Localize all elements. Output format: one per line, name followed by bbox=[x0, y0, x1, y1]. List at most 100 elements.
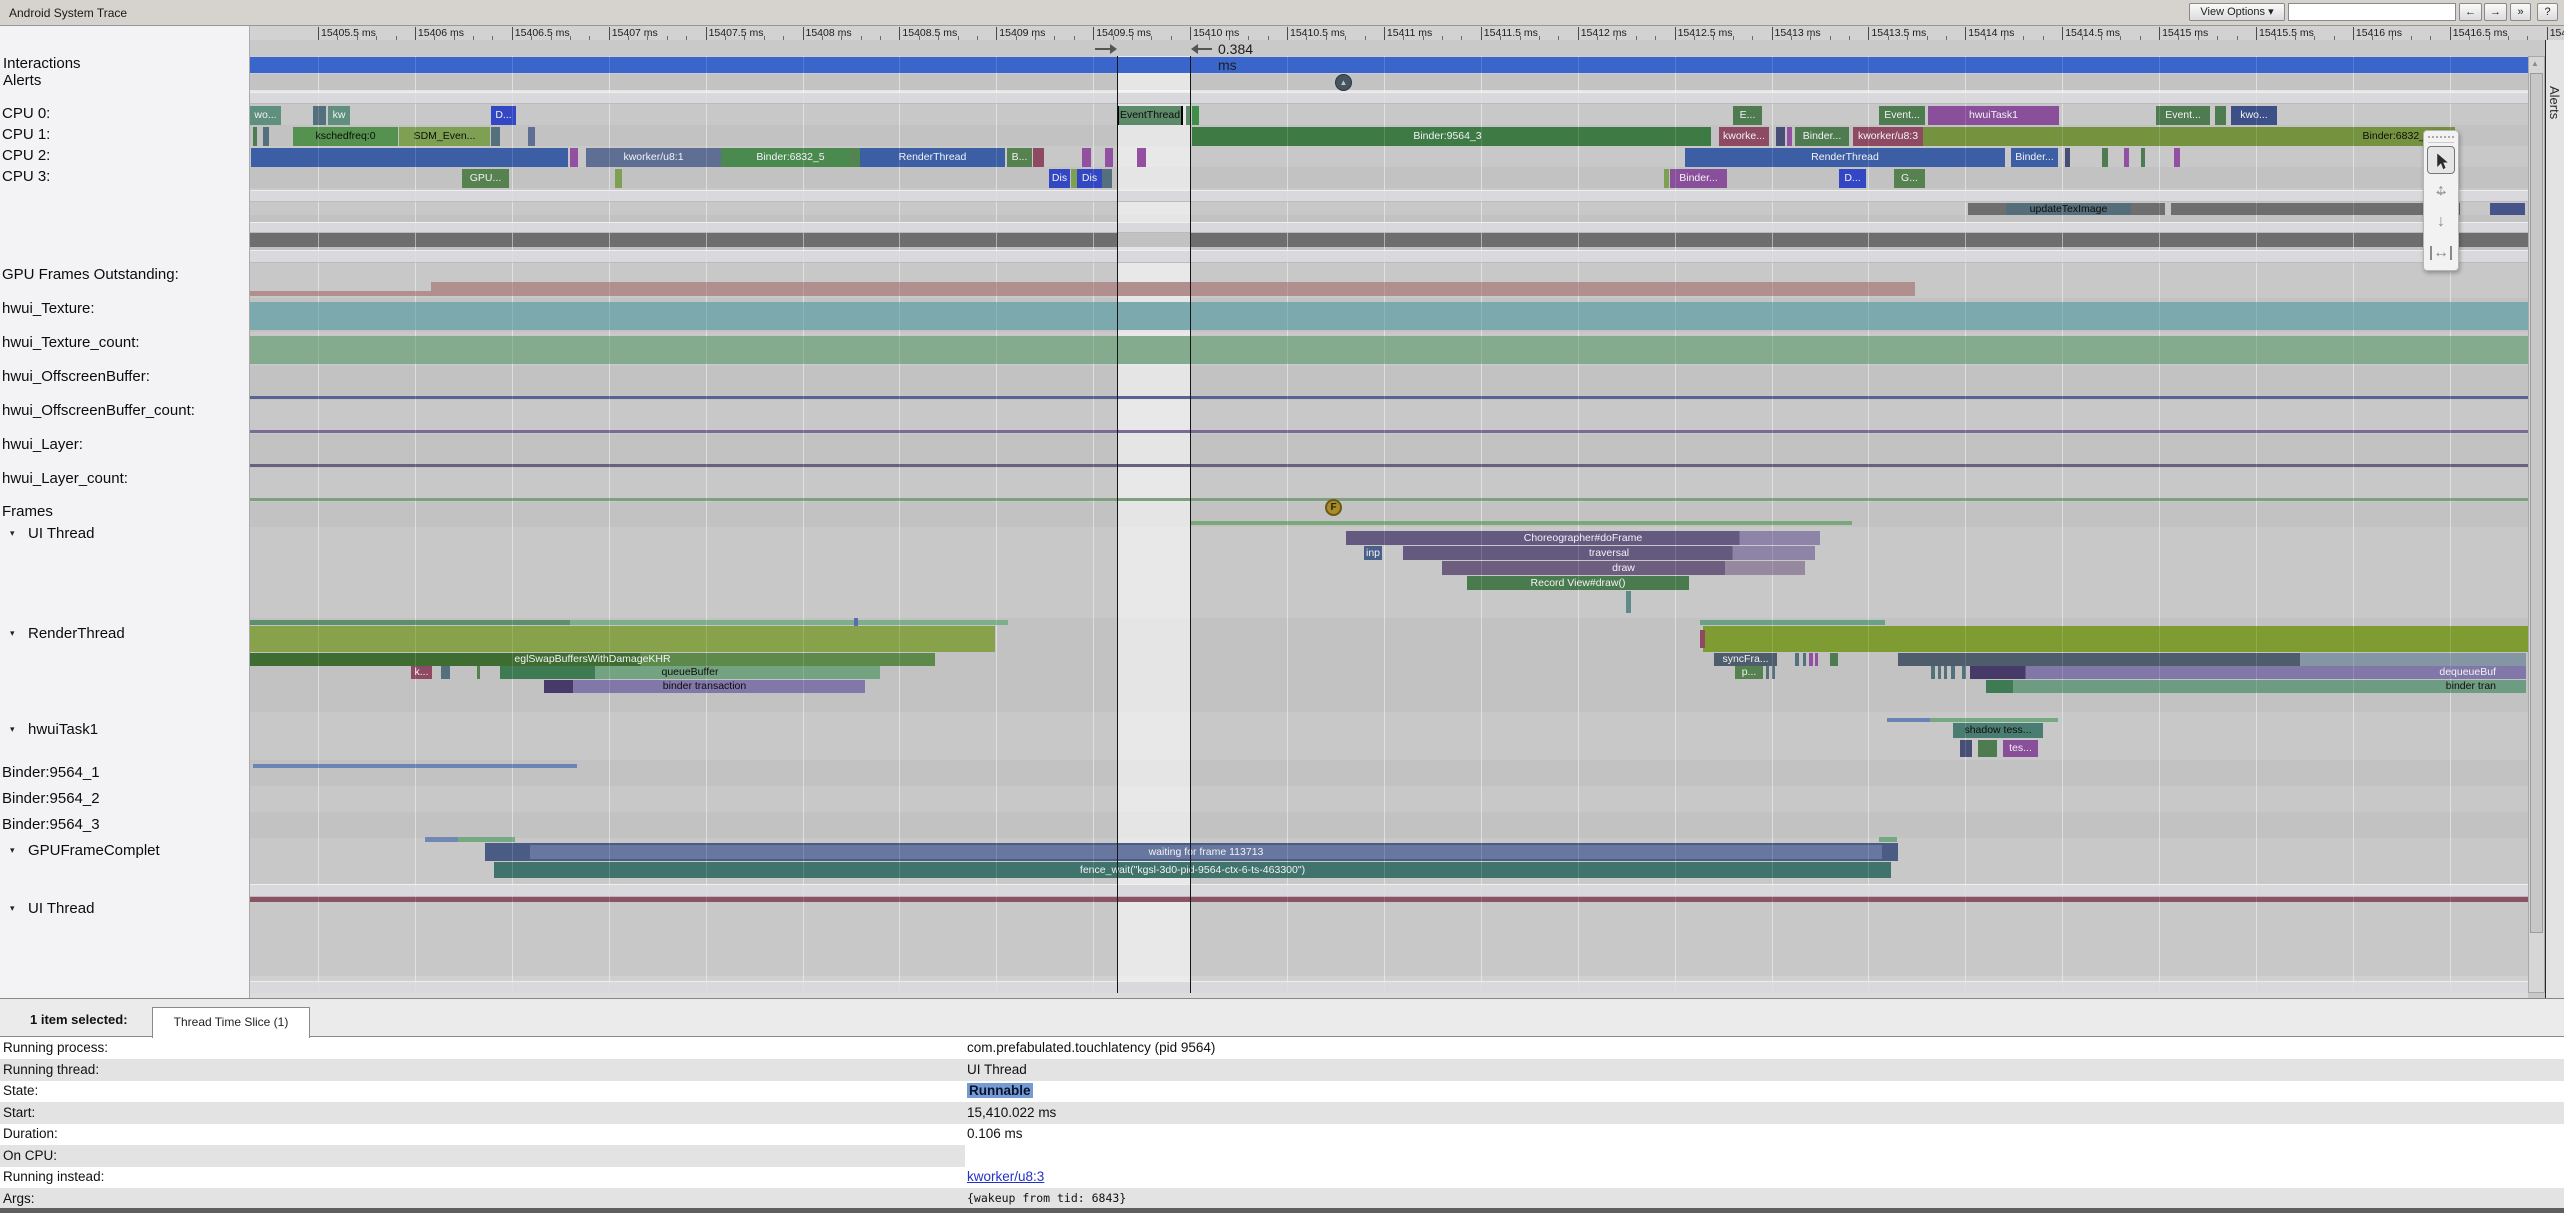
trace-slice-fragment[interactable] bbox=[1190, 521, 1852, 525]
trace-slice-fragment[interactable] bbox=[2124, 148, 2129, 167]
track-label[interactable]: CPU 2: bbox=[2, 147, 50, 164]
group-header-process[interactable]: ▸Process 0 bbox=[0, 222, 2528, 233]
trace-slice[interactable]: eglSwapBuffersWithDamageKHR bbox=[250, 653, 935, 666]
trace-slice[interactable]: p... bbox=[1735, 666, 1763, 679]
track-label[interactable]: hwui_Texture_count: bbox=[2, 334, 140, 351]
nav-forward-button[interactable]: → bbox=[2484, 3, 2507, 21]
trace-slice-fragment[interactable] bbox=[1102, 169, 1112, 188]
group-header-kernel[interactable]: ▸Kernel bbox=[0, 92, 2528, 104]
trace-slice[interactable]: Event... bbox=[2156, 106, 2210, 125]
search-input[interactable] bbox=[2288, 3, 2456, 21]
trace-slice-fragment[interactable] bbox=[441, 666, 450, 679]
trace-slice[interactable]: Binder... bbox=[1670, 169, 1727, 188]
track-label[interactable]: Alerts bbox=[3, 72, 41, 89]
track-label[interactable]: Interactions bbox=[3, 55, 81, 72]
trace-slice-fragment[interactable] bbox=[2102, 148, 2108, 167]
trace-slice[interactable]: dequeueBuf bbox=[1970, 666, 2526, 679]
track-label[interactable]: hwuiTask1 bbox=[28, 721, 98, 738]
trace-slice[interactable]: D... bbox=[1839, 169, 1866, 188]
trace-slice[interactable]: SDM_Even... bbox=[399, 127, 490, 146]
track-label[interactable]: hwui_OffscreenBuffer_count: bbox=[2, 402, 195, 419]
track-label[interactable]: Frames bbox=[2, 503, 53, 520]
trace-slice-fragment[interactable] bbox=[1664, 169, 1669, 188]
trace-slice[interactable]: Event... bbox=[1879, 106, 1925, 125]
trace-slice-fragment[interactable] bbox=[313, 106, 326, 125]
vertical-scrollbar-thumb[interactable] bbox=[2530, 73, 2543, 933]
trace-slice-fragment[interactable] bbox=[250, 336, 2528, 364]
trace-slice-fragment[interactable] bbox=[253, 127, 257, 146]
track-label[interactable]: UI Thread bbox=[28, 900, 94, 917]
trace-slice-fragment[interactable] bbox=[615, 169, 622, 188]
track-label[interactable]: CPU 0: bbox=[2, 105, 50, 122]
trace-slice[interactable]: waiting for frame 113713 bbox=[530, 845, 1882, 859]
nav-back-button[interactable]: ← bbox=[2459, 3, 2482, 21]
trace-slice-fragment[interactable] bbox=[1787, 127, 1792, 146]
trace-slice-fragment[interactable] bbox=[1626, 591, 1631, 613]
trace-slice-fragment[interactable] bbox=[251, 148, 568, 167]
trace-slice[interactable]: wo... bbox=[250, 106, 281, 125]
trace-slice[interactable]: syncFra... bbox=[1714, 653, 1777, 666]
trace-slice-fragment[interactable] bbox=[1192, 106, 1199, 125]
trace-slice[interactable]: draw bbox=[1442, 561, 1805, 575]
tab-thread-time-slice[interactable]: Thread Time Slice (1) bbox=[152, 1007, 310, 1038]
trace-slice-fragment[interactable] bbox=[570, 620, 1008, 625]
group-header-com-prefabulated-touchlatency[interactable]: ▾com.prefabulated.touchlatency (pid 9564… bbox=[0, 250, 2528, 263]
trace-slice[interactable]: B... bbox=[1007, 148, 1032, 167]
fast-forward-button[interactable]: » bbox=[2510, 3, 2531, 21]
trace-slice-fragment[interactable] bbox=[250, 396, 2528, 399]
trace-slice-fragment[interactable] bbox=[1700, 620, 1885, 625]
trace-slice[interactable]: RenderThread bbox=[1685, 148, 2005, 167]
trace-slice[interactable]: EventThread bbox=[1117, 106, 1183, 125]
trace-slice-fragment[interactable] bbox=[1105, 148, 1113, 167]
help-button[interactable]: ? bbox=[2537, 3, 2558, 21]
trace-slice-fragment[interactable] bbox=[250, 464, 2528, 467]
trace-slice-fragment[interactable] bbox=[1938, 666, 1941, 679]
trace-slice[interactable]: Binder... bbox=[2011, 148, 2058, 167]
track-label[interactable]: hwui_Texture: bbox=[2, 300, 95, 317]
trace-slice[interactable]: Binder... bbox=[1795, 127, 1849, 146]
trace-slice-fragment[interactable] bbox=[1815, 653, 1818, 666]
trace-slice-fragment[interactable] bbox=[1703, 626, 2546, 652]
trace-slice-fragment[interactable] bbox=[263, 127, 269, 146]
trace-slice-fragment[interactable] bbox=[1830, 653, 1838, 666]
thread-expander-icon[interactable]: ▾ bbox=[10, 724, 15, 735]
trace-slice-fragment[interactable] bbox=[1898, 653, 2526, 666]
trace-slice-fragment[interactable] bbox=[250, 498, 2528, 501]
trace-slice[interactable]: RenderThread bbox=[860, 148, 1005, 167]
trace-slice-fragment[interactable] bbox=[1795, 653, 1799, 666]
trace-slice-fragment[interactable] bbox=[2174, 148, 2180, 167]
trace-slice[interactable]: updateTexImage bbox=[2006, 203, 2131, 215]
trace-slice-fragment[interactable] bbox=[250, 302, 2528, 330]
trace-slice[interactable]: E... bbox=[1733, 106, 1762, 125]
trace-slice-fragment[interactable] bbox=[2490, 203, 2525, 215]
track-label[interactable]: GPU Frames Outstanding: bbox=[2, 266, 179, 283]
trace-slice[interactable]: Binder:6832_ bbox=[1923, 127, 2455, 146]
thread-expander-icon[interactable]: ▾ bbox=[10, 628, 15, 639]
detail-row-value[interactable]: kworker/u8:3 bbox=[967, 1169, 1044, 1184]
trace-slice[interactable]: kw bbox=[328, 106, 350, 125]
trace-slice-fragment[interactable] bbox=[2171, 203, 2460, 215]
trace-slice-fragment[interactable] bbox=[1137, 148, 1146, 167]
timing-mode-icon[interactable]: ↔ bbox=[2427, 239, 2455, 267]
alert-marker-icon[interactable]: ▲ bbox=[1335, 74, 1352, 91]
trace-slice-fragment[interactable] bbox=[1766, 666, 1769, 679]
trace-slice[interactable]: kwo... bbox=[2231, 106, 2277, 125]
group-header-mdss-fb0[interactable]: ▾mdss_fb0 (pid 6848) bbox=[0, 884, 2528, 897]
trace-slice[interactable]: kworke... bbox=[1719, 127, 1769, 146]
trace-slice-fragment[interactable] bbox=[425, 837, 458, 842]
trace-slice[interactable]: queueBuffer bbox=[500, 666, 880, 679]
trace-slice[interactable]: inp bbox=[1364, 546, 1382, 560]
trace-slice[interactable]: kschedfreq:0 bbox=[293, 127, 398, 146]
trace-slice[interactable]: shadow tess... bbox=[1953, 723, 2043, 738]
trace-slice-fragment[interactable] bbox=[431, 282, 1915, 296]
trace-slice-fragment[interactable] bbox=[1082, 148, 1091, 167]
trace-slice-fragment[interactable] bbox=[570, 148, 578, 167]
trace-slice-fragment[interactable] bbox=[250, 57, 2528, 73]
track-label[interactable]: hwui_Layer: bbox=[2, 436, 83, 453]
trace-slice-fragment[interactable] bbox=[854, 618, 858, 626]
timeline-canvas[interactable]: wo... kw D... EventThread E... Event... hwuiTa… bbox=[0, 26, 2564, 998]
trace-slice-fragment[interactable] bbox=[250, 291, 431, 296]
track-label[interactable]: Binder:9564_1 bbox=[2, 764, 100, 781]
trace-slice[interactable]: binder transaction bbox=[544, 680, 865, 693]
trace-slice[interactable]: kworker/u8:3 bbox=[1853, 127, 1923, 146]
